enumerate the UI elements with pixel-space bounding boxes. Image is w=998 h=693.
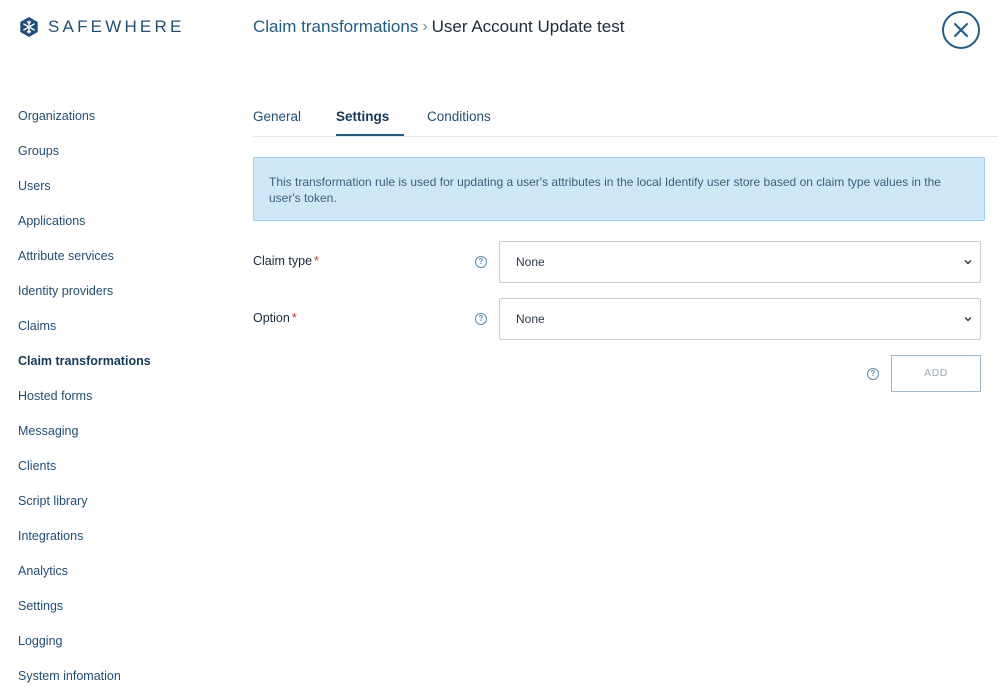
tab-general[interactable]: General: [253, 101, 301, 136]
close-button[interactable]: [942, 11, 980, 49]
help-icon[interactable]: ?: [475, 256, 487, 268]
sidebar-item-claim-transformations[interactable]: Claim transformations: [18, 352, 218, 387]
claim-type-label-text: Claim type: [253, 254, 313, 268]
close-icon: [954, 23, 968, 37]
sidebar-item-users[interactable]: Users: [18, 177, 218, 212]
breadcrumb-separator: ›: [422, 18, 428, 35]
sidebar-nav: Organizations Groups Users Applications …: [18, 107, 218, 693]
sidebar-item-identity-providers[interactable]: Identity providers: [18, 282, 218, 317]
chevron-down-icon: [964, 317, 972, 322]
snowflake-logo-icon: [20, 17, 38, 37]
tab-bar: General Settings Conditions: [253, 101, 998, 137]
sidebar-item-analytics[interactable]: Analytics: [18, 562, 218, 597]
logo[interactable]: SAFEWHERE: [18, 15, 184, 39]
sidebar-item-settings[interactable]: Settings: [18, 597, 218, 632]
option-select[interactable]: None: [499, 298, 981, 340]
claim-type-label: Claim type *: [253, 254, 319, 268]
sidebar-item-integrations[interactable]: Integrations: [18, 527, 218, 562]
sidebar-item-groups[interactable]: Groups: [18, 142, 218, 177]
help-icon[interactable]: ?: [475, 313, 487, 325]
option-label-text: Option: [253, 311, 290, 325]
add-button[interactable]: ADD: [891, 355, 981, 392]
required-mark: *: [291, 311, 297, 325]
required-mark: *: [314, 254, 319, 268]
sidebar-item-claims[interactable]: Claims: [18, 317, 218, 352]
sidebar-item-clients[interactable]: Clients: [18, 457, 218, 492]
breadcrumb-parent-link[interactable]: Claim transformations: [253, 17, 418, 37]
sidebar-item-script-library[interactable]: Script library: [18, 492, 218, 527]
tab-settings[interactable]: Settings: [336, 101, 405, 136]
claim-type-select[interactable]: None: [499, 241, 981, 283]
option-label: Option *: [253, 311, 297, 325]
info-alert: This transformation rule is used for upd…: [253, 157, 985, 221]
tab-conditions[interactable]: Conditions: [427, 101, 491, 136]
sidebar-item-messaging[interactable]: Messaging: [18, 422, 218, 457]
page: SAFEWHERE Claim transformations › User A…: [0, 0, 998, 693]
logo-text: SAFEWHERE: [48, 17, 185, 36]
sidebar-item-hosted-forms[interactable]: Hosted forms: [18, 387, 218, 422]
sidebar-item-attribute-services[interactable]: Attribute services: [18, 247, 218, 282]
chevron-down-icon: [964, 260, 972, 265]
option-selected-value: None: [516, 312, 545, 326]
sidebar-item-system-information[interactable]: System infomation: [18, 667, 218, 693]
help-icon[interactable]: ?: [867, 368, 879, 380]
sidebar-item-organizations[interactable]: Organizations: [18, 107, 218, 142]
claim-type-selected-value: None: [516, 255, 545, 269]
sidebar-item-applications[interactable]: Applications: [18, 212, 218, 247]
page-title: User Account Update test: [431, 17, 625, 36]
sidebar-item-logging[interactable]: Logging: [18, 632, 218, 667]
breadcrumb: Claim transformations › User Account Upd…: [253, 17, 624, 37]
